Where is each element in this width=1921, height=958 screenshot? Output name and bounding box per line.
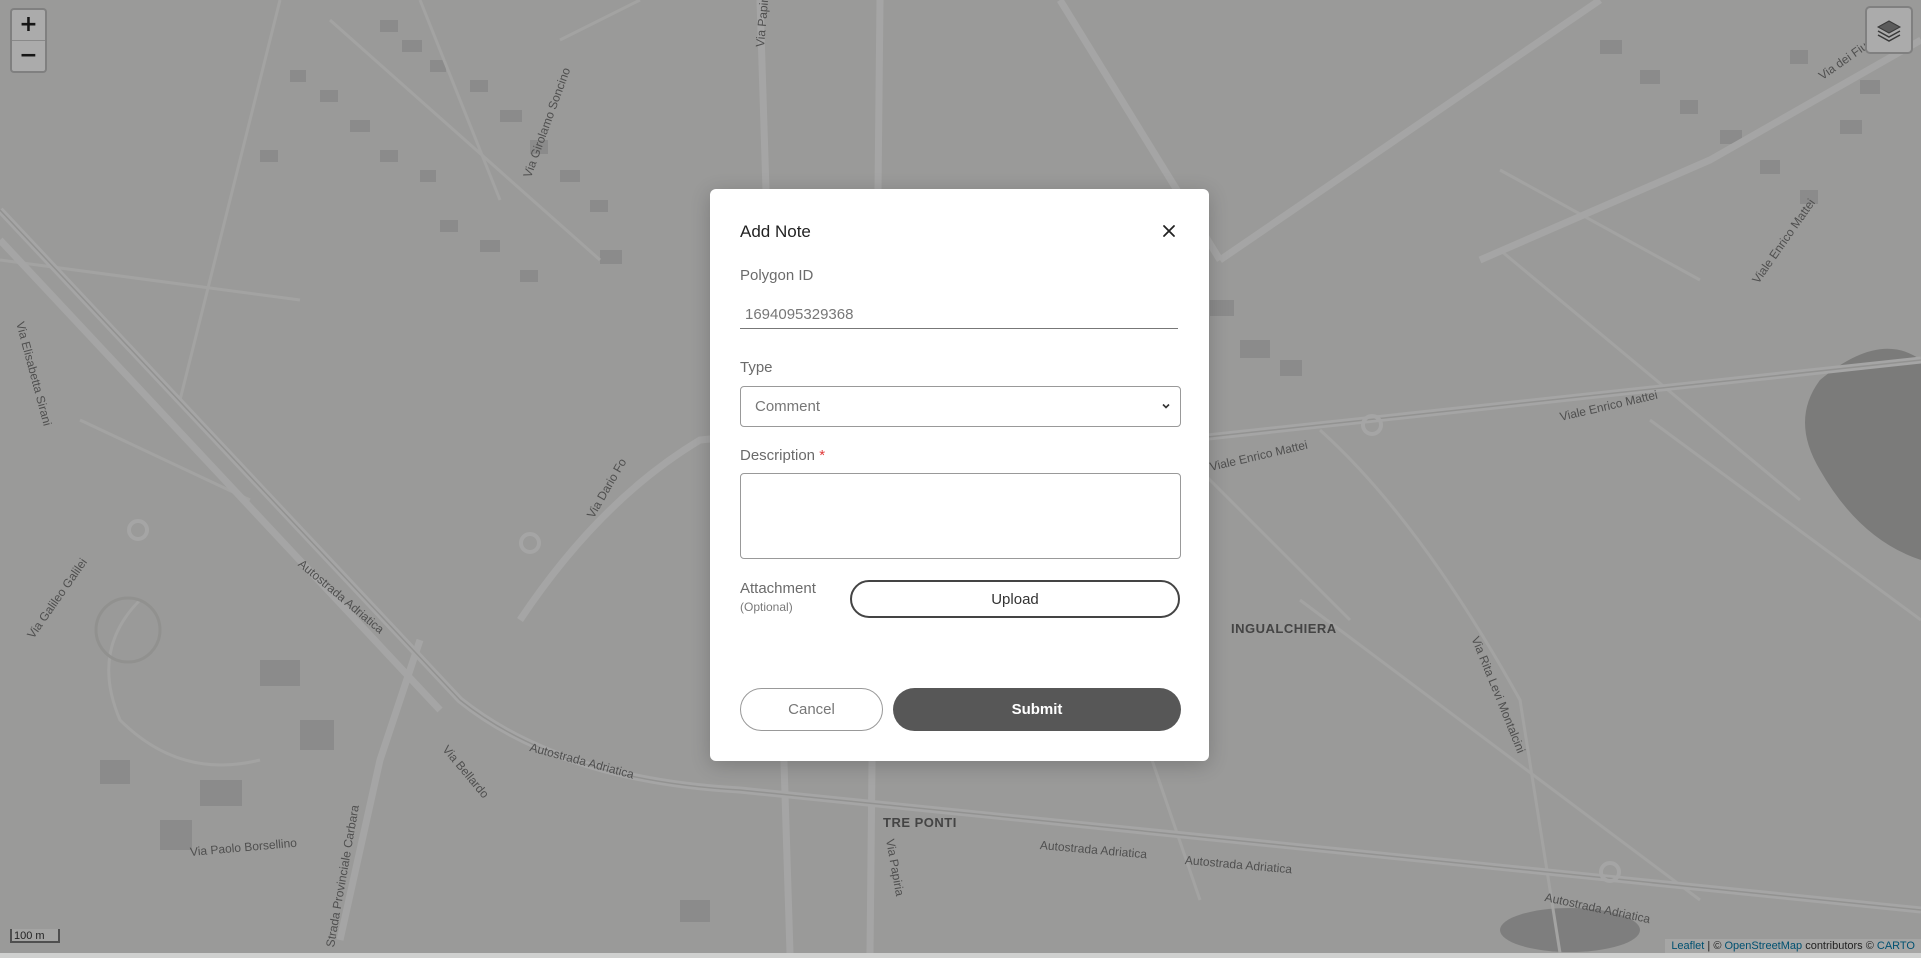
cancel-button[interactable]: Cancel (740, 688, 883, 731)
submit-button[interactable]: Submit (893, 688, 1181, 731)
type-label: Type (740, 359, 773, 376)
description-textarea[interactable] (740, 473, 1181, 559)
description-label: Description * (740, 447, 825, 464)
polygon-id-value: 1694095329368 (745, 306, 854, 323)
attachment-label: Attachment (740, 580, 816, 597)
polygon-id-field[interactable]: 1694095329368 (740, 301, 1178, 329)
close-button[interactable] (1159, 221, 1179, 241)
type-select[interactable]: Comment (740, 386, 1181, 427)
upload-button[interactable]: Upload (850, 580, 1180, 618)
required-mark: * (819, 447, 826, 464)
type-selected-value: Comment (755, 398, 821, 415)
attachment-optional-note: (Optional) (740, 600, 793, 614)
chevron-down-icon (1162, 403, 1170, 409)
description-label-text: Description (740, 447, 816, 464)
close-icon (1163, 225, 1175, 237)
add-note-dialog: Add Note Polygon ID 1694095329368 Type C… (710, 189, 1209, 761)
dialog-title: Add Note (740, 222, 811, 241)
polygon-id-label: Polygon ID (740, 267, 814, 284)
